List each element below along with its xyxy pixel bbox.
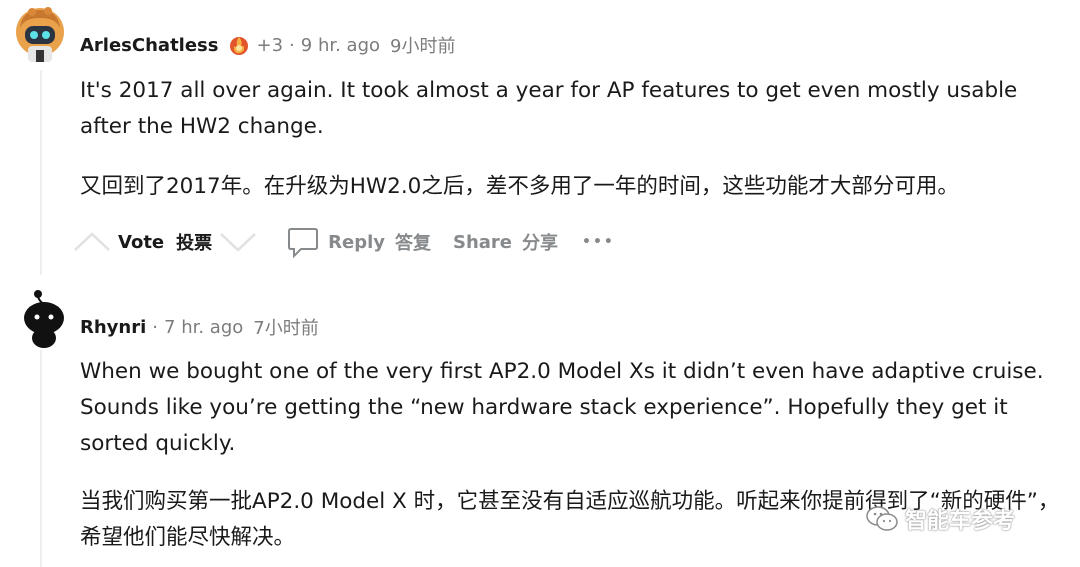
share-button[interactable]: Share 分享 <box>453 229 558 255</box>
separator-dot: · <box>152 316 159 338</box>
thread-line-1[interactable] <box>40 70 42 275</box>
watermark-text: 智能车参考 <box>905 509 1016 534</box>
more-options-button[interactable]: ••• <box>582 234 615 250</box>
reply-label-cn: 答复 <box>394 233 431 254</box>
comment-header: Rhynri · 7 hr. ago 7小时前 <box>80 314 319 340</box>
avatar[interactable] <box>12 6 68 62</box>
vote-label: Vote <box>118 231 165 253</box>
reply-button[interactable]: Reply 答复 <box>286 225 431 259</box>
timestamp-cn: 9小时前 <box>390 36 456 57</box>
share-label: Share <box>452 231 512 253</box>
upvote-icon[interactable] <box>72 230 112 254</box>
avatar[interactable] <box>16 286 72 348</box>
share-label-cn: 分享 <box>522 233 558 254</box>
timestamp-cn: 7小时前 <box>253 318 319 339</box>
watermark: 智能车参考 <box>865 503 1015 535</box>
comment-body-translation: 又回到了2017年。在升级为HW2.0之后，差不多用了一年的时间，这些功能才大部… <box>80 174 959 199</box>
vote-label-cn: 投票 <box>176 233 213 254</box>
downvote-icon[interactable] <box>218 230 258 254</box>
timestamp[interactable]: 9 hr. ago <box>301 35 380 56</box>
flame-flair-icon <box>228 34 250 56</box>
username[interactable]: Rhynri <box>80 317 146 338</box>
more-icon: ••• <box>582 234 615 250</box>
comment-thread: ArlesChatless +3 · 9 hr. ago 9小时前 It's 2… <box>0 0 1080 567</box>
timestamp[interactable]: 7 hr. ago <box>164 317 243 338</box>
score: +3 <box>256 34 284 56</box>
wechat-icon <box>865 504 899 534</box>
comment-body: When we bought one of the very first AP2… <box>80 359 1044 456</box>
comment-bubble-icon <box>286 225 320 259</box>
comment-action-bar: Vote 投票 Reply 答复 Share 分享 ••• <box>72 222 615 262</box>
comment-header: ArlesChatless +3 · 9 hr. ago 9小时前 <box>80 32 455 58</box>
comment-body: It's 2017 all over again. It took almost… <box>80 78 1018 139</box>
thread-line-2[interactable] <box>40 350 42 567</box>
separator-dot: · <box>289 34 295 56</box>
username[interactable]: ArlesChatless <box>80 35 218 56</box>
reply-label: Reply <box>328 231 385 253</box>
